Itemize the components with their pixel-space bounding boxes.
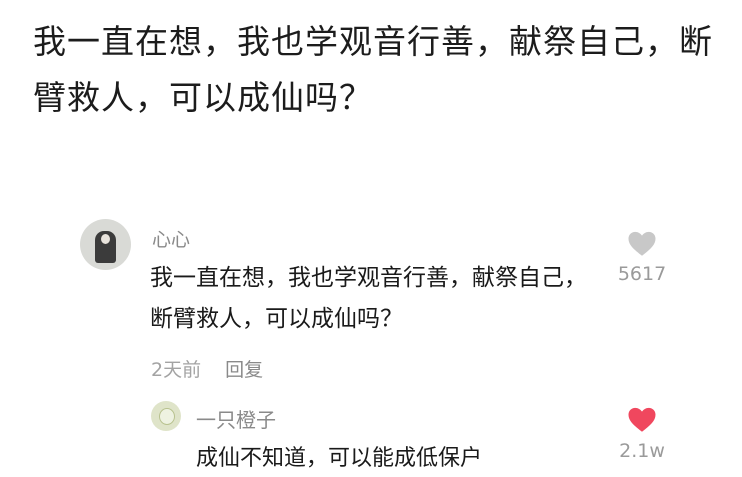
reply-button[interactable]: 回复 (225, 359, 263, 381)
comment-like-button[interactable]: 5617 (614, 230, 670, 285)
heart-outline-icon (628, 231, 656, 256)
reply-like-count: 2.1w (619, 440, 665, 462)
post-headline: 我一直在想，我也学观音行善，献祭自己，断臂救人，可以成仙吗？ (33, 22, 713, 117)
comment-time: 2天前 (151, 359, 202, 381)
comment-meta: 2天前 回复 (151, 355, 263, 382)
replier-avatar[interactable] (151, 401, 181, 431)
avatar-face (101, 234, 110, 244)
reply-like-button[interactable]: 2.1w (612, 406, 672, 462)
commenter-avatar[interactable] (80, 219, 131, 270)
heart-filled-icon (628, 407, 656, 432)
comment-text: 我一直在想，我也学观音行善，献祭自己，断臂救人，可以成仙吗？ (150, 265, 587, 332)
reply-username[interactable]: 一只橙子 (196, 404, 276, 433)
replier-avatar-figure (159, 408, 175, 425)
reply-text: 成仙不知道，可以能成低保户 (196, 446, 483, 471)
comment-username[interactable]: 心心 (152, 225, 190, 252)
comment-like-count: 5617 (617, 263, 667, 285)
